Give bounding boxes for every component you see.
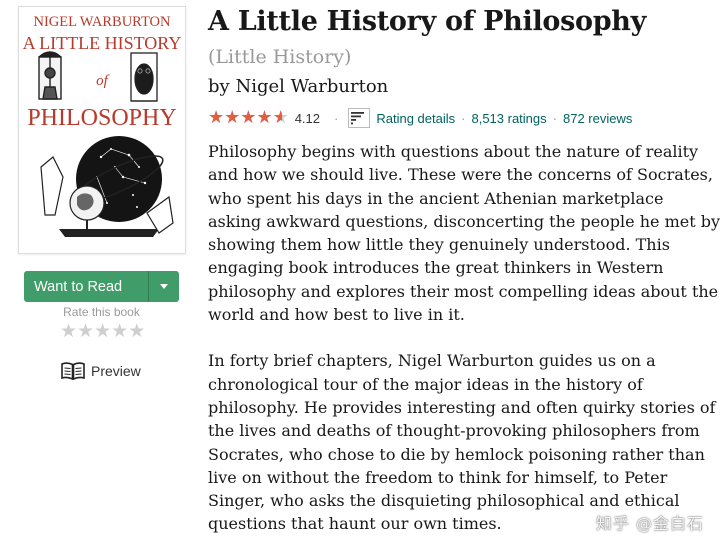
preview-label[interactable]: Preview [91,363,141,379]
rating-star-partial-icon: ★ [272,107,289,128]
cover-author: NIGEL WARBURTON [33,14,171,30]
author-link[interactable]: Nigel Warburton [235,76,388,97]
average-rating-value: 4.12 [294,110,321,126]
book-title: A Little History of Philosophy [208,6,647,37]
book-description: Philosophy begins with questions about t… [208,140,720,559]
rate-this-book-label: Rate this book [63,305,140,319]
rating-star-icon: ★ [240,107,257,128]
series-link[interactable]: (Little History) [208,46,351,68]
cover-left-figure [38,51,62,100]
separator-dot: · [461,110,466,126]
ratings-count-link[interactable]: 8,513 ratings [471,111,546,126]
rating-row: ★ ★ ★ ★ ★ 4.12 · Rating details · 8,513 … [208,106,632,130]
cover-title-line2: PHILOSOPHY [27,105,176,131]
rating-star-icon: ★ [256,107,273,128]
cover-owl-figure [130,52,158,102]
rate-star-3[interactable]: ★ [94,320,111,342]
rating-star-icon: ★ [208,107,225,128]
description-paragraph: In forty brief chapters, Nigel Warburton… [208,351,716,534]
shelf-dropdown-button[interactable] [148,271,179,302]
rating-star-icon: ★ [224,107,241,128]
rate-star-5[interactable]: ★ [128,320,145,342]
preview-button[interactable]: Preview [61,362,141,380]
cover-title-line1: A LITTLE HISTORY [23,33,182,53]
rating-details-link[interactable]: Rating details [376,111,455,126]
book-cover[interactable]: NIGEL WARBURTON A LITTLE HISTORY of PHIL… [18,6,186,254]
rate-star-4[interactable]: ★ [111,320,128,342]
want-to-read-button[interactable]: Want to Read [24,271,179,302]
want-to-read-label[interactable]: Want to Read [24,271,148,302]
open-book-icon [61,362,85,380]
reviews-count-link[interactable]: 872 reviews [563,111,632,126]
separator-dot: · [334,110,339,126]
cover-title-of: of [96,73,110,89]
average-rating-stars: ★ ★ ★ ★ ★ [208,108,289,128]
bar-chart-icon [348,108,371,128]
caret-down-icon [160,284,168,289]
rate-star-2[interactable]: ★ [77,320,94,342]
rate-stars[interactable]: ★ ★ ★ ★ ★ [60,320,145,342]
by-label: by [208,76,230,97]
author-line: by Nigel Warburton [208,76,388,97]
separator-dot: · [552,110,557,126]
description-paragraph: Philosophy begins with questions about t… [208,142,720,325]
rate-star-1[interactable]: ★ [60,320,77,342]
